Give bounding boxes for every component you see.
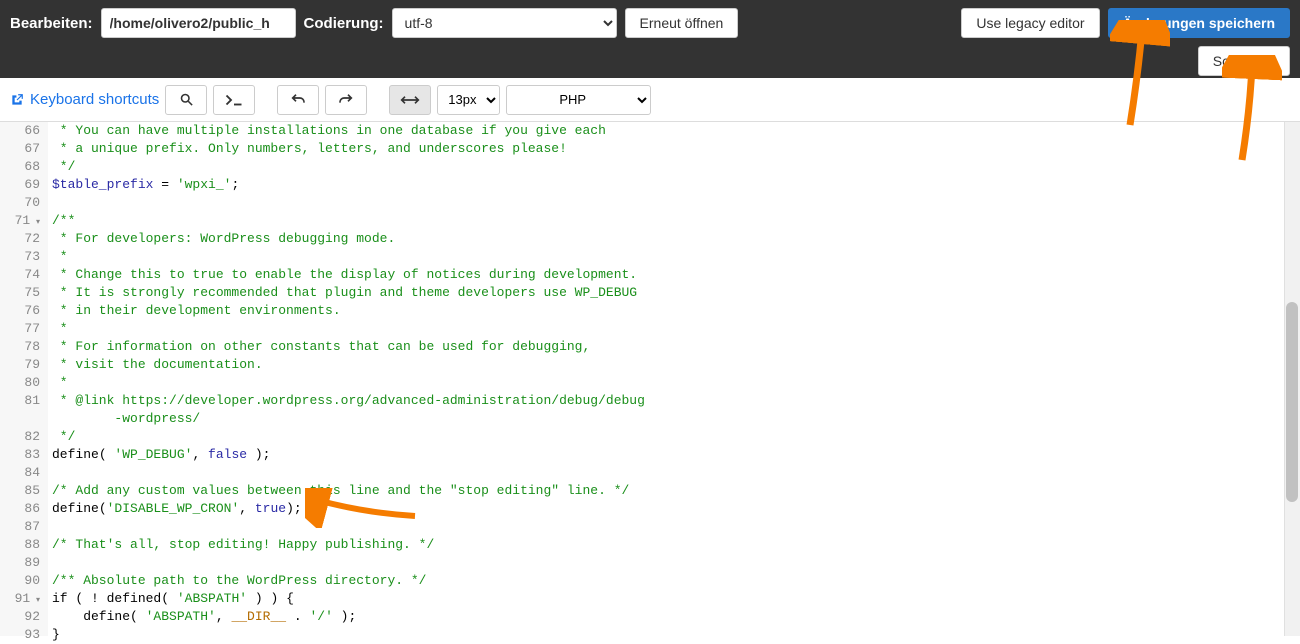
prompt-icon xyxy=(225,94,243,106)
fontsize-select[interactable]: 13px xyxy=(437,85,500,115)
vertical-scrollbar[interactable] xyxy=(1284,122,1300,636)
search-button[interactable] xyxy=(165,85,207,115)
keyboard-shortcuts-link[interactable]: Keyboard shortcuts xyxy=(10,91,159,108)
close-button[interactable]: Schließen xyxy=(1198,46,1290,76)
reopen-button[interactable]: Erneut öffnen xyxy=(625,8,739,38)
top-toolbar: Bearbeiten: Codierung: utf-8 Erneut öffn… xyxy=(0,0,1300,78)
terminal-button[interactable] xyxy=(213,85,255,115)
code-editor[interactable]: 666768697071 ▾72737475767778798081828384… xyxy=(0,122,1300,636)
redo-button[interactable] xyxy=(325,85,367,115)
line-number-gutter: 666768697071 ▾72737475767778798081828384… xyxy=(0,122,48,636)
edit-label: Bearbeiten: xyxy=(10,15,93,32)
code-content[interactable]: * You can have multiple installations in… xyxy=(48,122,645,636)
encoding-select[interactable]: utf-8 xyxy=(392,8,617,38)
encoding-label: Codierung: xyxy=(304,15,384,32)
legacy-editor-button[interactable]: Use legacy editor xyxy=(961,8,1099,38)
save-changes-button[interactable]: Änderungen speichern xyxy=(1108,8,1290,38)
undo-icon xyxy=(290,92,306,108)
language-select[interactable]: PHP xyxy=(506,85,651,115)
editor-toolbar: Keyboard shortcuts 13px PHP xyxy=(0,78,1300,122)
file-path-input[interactable] xyxy=(101,8,296,38)
search-icon xyxy=(179,92,194,107)
redo-icon xyxy=(338,92,354,108)
external-link-icon xyxy=(10,93,24,107)
scrollbar-thumb[interactable] xyxy=(1286,302,1298,502)
keyboard-shortcuts-label: Keyboard shortcuts xyxy=(30,91,159,108)
wrap-toggle-button[interactable] xyxy=(389,85,431,115)
undo-button[interactable] xyxy=(277,85,319,115)
wrap-icon xyxy=(400,94,420,106)
